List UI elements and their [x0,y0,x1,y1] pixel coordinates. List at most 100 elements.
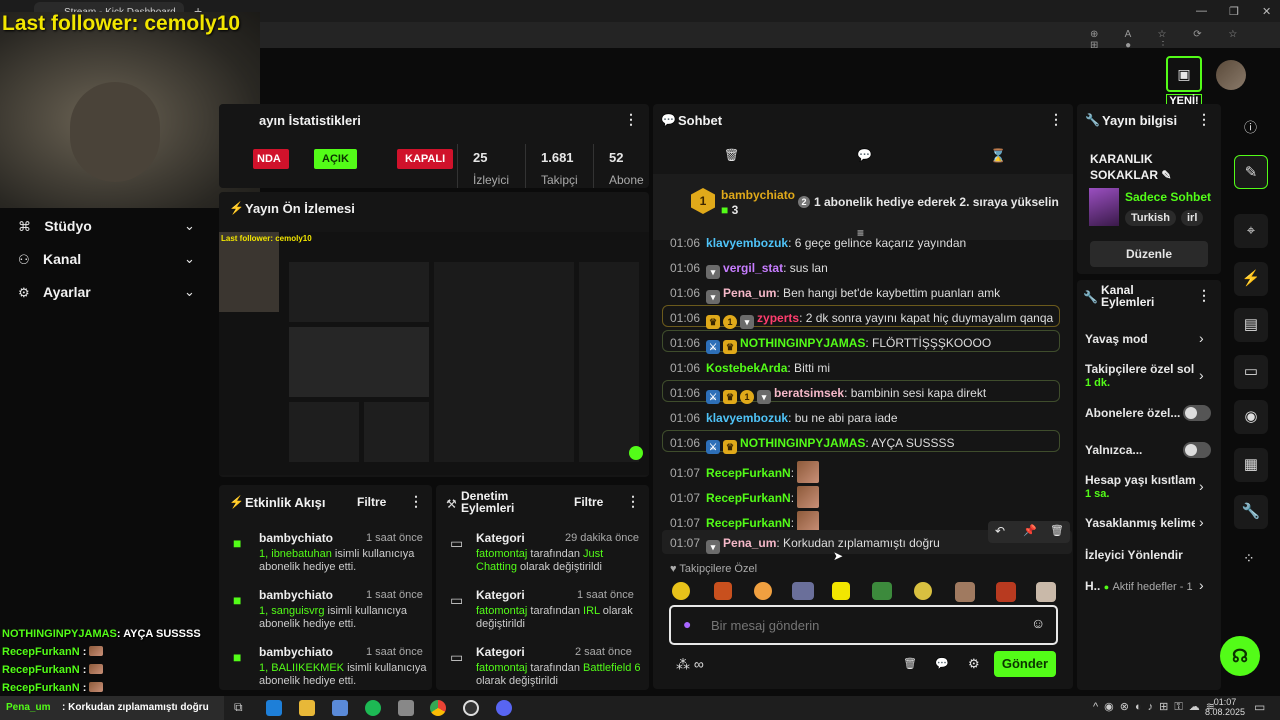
taskbar-clock[interactable]: 01:07 8.08.2025 [1204,697,1246,717]
event-recipient[interactable]: sanguisvrg [271,605,324,617]
event-recipient[interactable]: BALIIKEKMEK [271,662,344,674]
msg-user[interactable]: RecepFurkanN [706,491,791,505]
msg-user[interactable]: vergil_stat [723,261,783,275]
account-age-row[interactable]: Hesap yaşı kısıtlam [1085,473,1195,487]
app-icon[interactable] [332,700,348,716]
event-user[interactable]: bambychiato [259,531,333,545]
emote-image[interactable] [714,582,732,600]
layout-tool-icon[interactable]: ▦ [1234,448,1268,482]
avatar[interactable] [1216,60,1246,90]
emote-image[interactable] [1036,582,1056,602]
minimize-button[interactable]: — [1196,5,1207,17]
hourglass-icon[interactable]: ⌛ [990,148,1006,164]
edge-icon[interactable] [266,700,282,716]
more-icon[interactable]: ⋮ [626,493,640,510]
mod-actor[interactable]: fatomontaj [476,662,527,674]
status-pill[interactable]: AÇIK [314,149,357,169]
emote-only-toggle[interactable] [1183,442,1211,458]
chevron-right-icon[interactable]: › [1199,577,1204,593]
category-name[interactable]: Sadece Sohbet [1125,190,1220,204]
subscribers-only-toggle[interactable] [1183,405,1211,421]
sidebar-item-settings[interactable]: ⚙ Ayarlar ⌄ [18,284,213,301]
trash-icon[interactable]: 🗑 [1050,524,1064,537]
reply-icon[interactable]: ↶ [995,524,1005,538]
chrome-icon[interactable] [430,700,446,716]
chat-input-box[interactable]: ● ☺ [669,605,1058,645]
more-icon[interactable]: ⋮ [1197,111,1211,128]
obs-icon[interactable] [463,700,479,716]
event-user[interactable]: bambychiato [259,588,333,602]
dots-tool-icon[interactable]: ⁘ [1243,550,1255,567]
calculator-icon[interactable] [398,700,414,716]
msg-user[interactable]: RecepFurkanN [706,466,791,480]
more-icon[interactable]: ⋮ [1049,111,1063,128]
status-pill[interactable]: KAPALI [397,149,454,169]
filter-button[interactable]: Filtre [357,495,386,509]
more-icon[interactable]: ⋮ [409,493,423,510]
toolbar-icons[interactable]: ⊕ A ☆ ⟳ ☆ ⊞ ● ⋮ [1090,29,1270,51]
emote-image[interactable] [914,582,932,600]
send-button[interactable]: Gönder [994,651,1056,677]
msg-user[interactable]: beratsimsek [774,386,844,400]
emote-image[interactable] [832,582,850,600]
msg-user[interactable]: KostebekArda [706,361,787,375]
chat-input[interactable] [711,615,1011,635]
maximize-button[interactable]: ❐ [1229,5,1239,18]
mod-actor[interactable]: fatomontaj [476,548,527,560]
msg-user[interactable]: Pena_um [723,536,776,550]
msg-user[interactable]: NOTHINGINPYJAMAS [740,436,865,450]
emote-image[interactable] [872,582,892,600]
discord-icon[interactable] [496,700,512,716]
sidebar-item-channel[interactable]: ⚇ Kanal ⌄ [18,251,213,268]
msg-user[interactable]: zyperts [757,311,799,325]
message-icon[interactable]: 💬 [857,148,872,162]
task-view-icon[interactable]: ⧉ [234,700,243,715]
banned-words-row[interactable]: Yasaklanmış kelime [1085,516,1195,530]
kick-logo-icon[interactable]: ▣ [1166,56,1202,92]
msg-user[interactable]: RecepFurkanN [706,516,791,530]
emote-image[interactable] [754,582,772,600]
document-tool-icon[interactable]: ▤ [1234,308,1268,342]
pin-icon[interactable]: 📌 [1023,524,1037,537]
emote-image[interactable] [996,582,1016,602]
bolt-tool-icon[interactable]: ⚡ [1234,262,1268,296]
msg-user[interactable]: klavyembozuk [706,411,788,425]
notification-icon[interactable]: ▭ [1254,700,1265,714]
more-icon[interactable]: ⋮ [1197,287,1211,304]
wrench-tool-icon[interactable]: 🔧 [1234,495,1268,529]
chevron-right-icon[interactable]: › [1199,514,1204,530]
status-pill[interactable]: NDA [253,149,289,169]
filter-button[interactable]: Filtre [574,495,603,509]
chat-tool-icon[interactable]: ▭ [1234,355,1268,389]
broadcast-tool-icon[interactable]: ◉ [1234,400,1268,434]
spotify-icon[interactable] [365,700,381,716]
info-icon[interactable]: ⓘ [1244,117,1257,136]
event-recipient[interactable]: ibnebatuhan [271,548,332,560]
preview-video[interactable]: Last follower: cemoly10 [219,232,649,475]
followers-only-row[interactable]: Takipçilere özel sol [1085,362,1195,376]
trash-icon[interactable]: 🗑 [724,148,739,162]
chevron-right-icon[interactable]: › [1199,478,1204,494]
slow-mode-row[interactable]: Yavaş mod [1085,332,1148,346]
more-icon[interactable]: ⋮ [624,111,638,128]
help-headset-icon[interactable]: ☊ [1220,636,1260,676]
gear-icon[interactable]: ⚙ [968,656,980,672]
emote-image[interactable] [955,582,975,602]
edit-button[interactable]: Düzenle [1090,241,1208,267]
target-tool-icon[interactable]: ⌖ [1234,214,1268,248]
msg-user[interactable]: Pena_um [723,286,776,300]
system-tray-icons[interactable]: ^◉⊗◐♪⊞⚿☁≋ [1093,700,1221,714]
taskbar-search[interactable]: Pena_um : Korkudan zıplamamıştı doğru [0,696,224,720]
emote-image[interactable] [672,582,690,600]
pinned-user[interactable]: bambychiato [721,188,795,202]
goals-row[interactable]: H.. ● Aktif hedefler - 1 [1085,579,1197,593]
infinity-icon[interactable]: ⁂ ∞ [676,656,704,673]
chevron-right-icon[interactable]: › [1199,330,1204,346]
close-window-button[interactable]: ✕ [1262,5,1271,18]
sidebar-item-studio[interactable]: ⌘ Stüdyo ⌄ [18,218,213,235]
trash-icon[interactable]: 🗑 [903,657,917,670]
microphone-icon[interactable]: ● [683,616,691,632]
msg-user[interactable]: klavyembozuk [706,236,788,250]
emoji-icon[interactable]: ☺ [1031,615,1045,631]
emote-only-row[interactable]: Yalnızca... [1085,443,1142,457]
